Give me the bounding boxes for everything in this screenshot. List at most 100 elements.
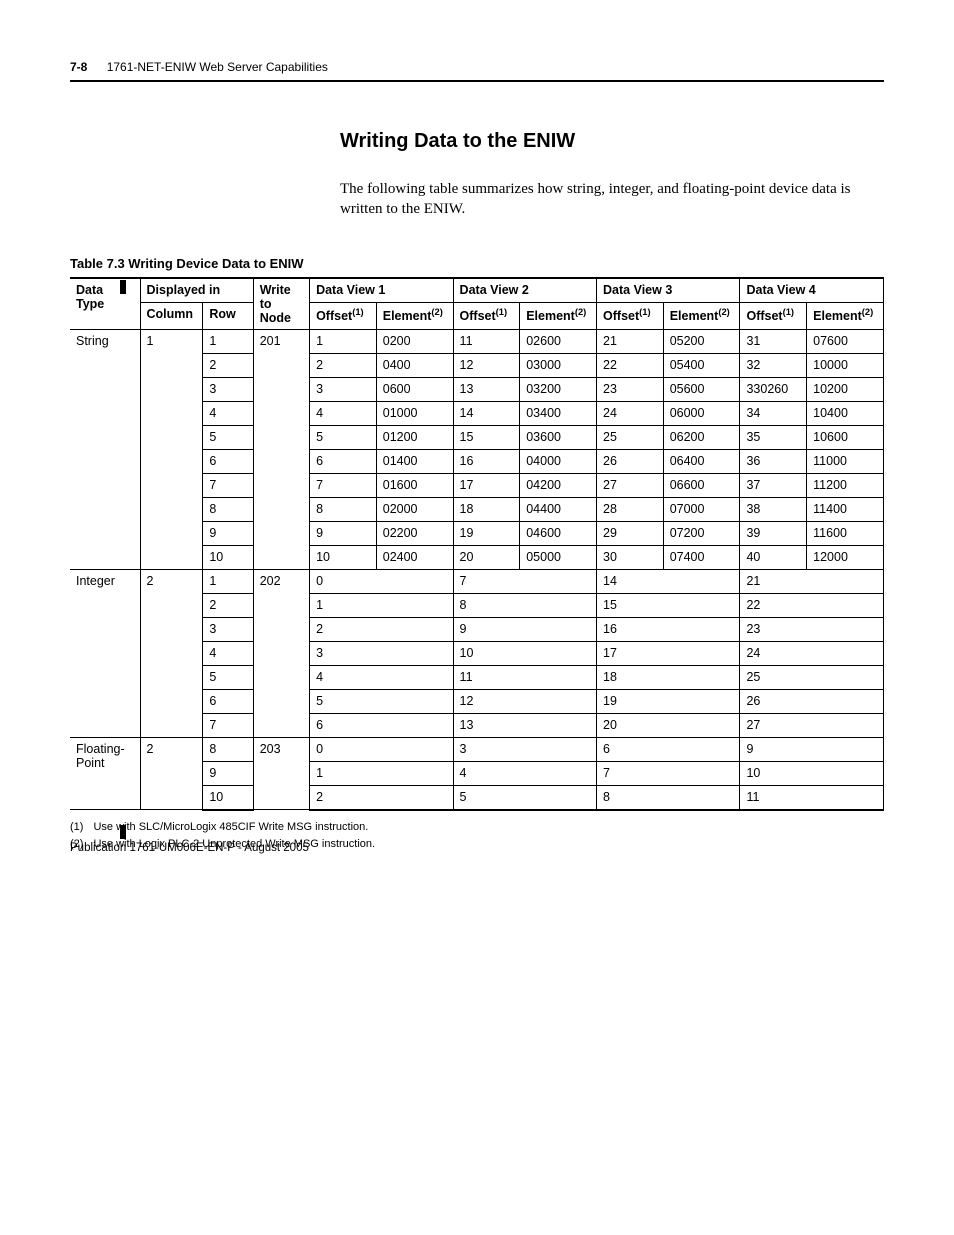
cell: 18 xyxy=(453,497,520,521)
cell: 18 xyxy=(597,665,740,689)
cell: 13 xyxy=(453,713,596,737)
th-offset4: Offset xyxy=(746,309,782,323)
cell: 2 xyxy=(203,353,253,377)
cell: 0 xyxy=(310,737,453,761)
cell: 05200 xyxy=(663,329,740,353)
section-intro: The following table summarizes how strin… xyxy=(340,179,884,220)
cell: Floating-Point xyxy=(70,737,140,810)
cell: 34 xyxy=(740,401,807,425)
footnote-num: (1) xyxy=(70,819,83,837)
cell: 28 xyxy=(597,497,664,521)
cell: String xyxy=(70,329,140,569)
cell: 202 xyxy=(253,569,309,737)
cell: 21 xyxy=(597,329,664,353)
cell: 25 xyxy=(740,665,884,689)
cell: 27 xyxy=(740,713,884,737)
th-offset3: Offset xyxy=(603,309,639,323)
cell: 11600 xyxy=(807,521,884,545)
cell: 19 xyxy=(597,689,740,713)
cell: 3 xyxy=(453,737,596,761)
cell: 22 xyxy=(740,593,884,617)
cell: 25 xyxy=(597,425,664,449)
cell: 02600 xyxy=(520,329,597,353)
cell: 12 xyxy=(453,689,596,713)
th-column: Column xyxy=(147,307,194,321)
cell: 8 xyxy=(203,737,253,761)
cell: 9 xyxy=(740,737,884,761)
th-dv2: Data View 2 xyxy=(460,283,529,297)
cell: 6 xyxy=(310,713,453,737)
table-caption: Table 7.3 Writing Device Data to ENIW xyxy=(70,256,884,271)
cell: 14 xyxy=(597,569,740,593)
cell: 10 xyxy=(310,545,377,569)
cell: 8 xyxy=(203,497,253,521)
cell: 10 xyxy=(203,545,253,569)
cell: 01000 xyxy=(376,401,453,425)
cell: 8 xyxy=(310,497,377,521)
cell: 19 xyxy=(453,521,520,545)
th-offset2: Offset xyxy=(460,309,496,323)
th-write-to-node: Write to Node xyxy=(260,283,291,325)
cell: 11000 xyxy=(807,449,884,473)
cell: 4 xyxy=(203,641,253,665)
cell: 11200 xyxy=(807,473,884,497)
cell: 3 xyxy=(203,377,253,401)
cell: 8 xyxy=(453,593,596,617)
cell: 1 xyxy=(310,593,453,617)
cell: 6 xyxy=(597,737,740,761)
cell: 10 xyxy=(740,761,884,785)
cell: 40 xyxy=(740,545,807,569)
cell: 1 xyxy=(310,761,453,785)
cell: 7 xyxy=(453,569,596,593)
cell: 4 xyxy=(310,665,453,689)
cell: 2 xyxy=(140,569,203,737)
th-dv4: Data View 4 xyxy=(746,283,815,297)
cell: 04200 xyxy=(520,473,597,497)
cell: 13 xyxy=(453,377,520,401)
cell: 03600 xyxy=(520,425,597,449)
cell: 2 xyxy=(140,737,203,810)
cell: 20 xyxy=(453,545,520,569)
cell: 4 xyxy=(453,761,596,785)
cell: 04600 xyxy=(520,521,597,545)
cell: 6 xyxy=(203,449,253,473)
cell: 01400 xyxy=(376,449,453,473)
cell: 14 xyxy=(453,401,520,425)
cell: 16 xyxy=(453,449,520,473)
cell: 31 xyxy=(740,329,807,353)
cell: 4 xyxy=(310,401,377,425)
page-number: 7-8 xyxy=(70,60,87,74)
section-heading: Writing Data to the ENIW xyxy=(340,130,884,153)
cell: 07000 xyxy=(663,497,740,521)
cell: 10400 xyxy=(807,401,884,425)
cell: 07200 xyxy=(663,521,740,545)
cell: 37 xyxy=(740,473,807,497)
cell: 11 xyxy=(453,665,596,689)
th-element4: Element xyxy=(813,309,862,323)
cell: Integer xyxy=(70,569,140,737)
change-bar-icon xyxy=(120,825,126,839)
cell: 07400 xyxy=(663,545,740,569)
cell: 0400 xyxy=(376,353,453,377)
publication-line: Publication 1761-UM006E-EN-P - August 20… xyxy=(70,842,309,854)
cell: 7 xyxy=(203,713,253,737)
cell: 23 xyxy=(740,617,884,641)
th-dv3: Data View 3 xyxy=(603,283,672,297)
cell: 9 xyxy=(203,521,253,545)
th-displayed-in: Displayed in xyxy=(147,283,221,297)
cell: 6 xyxy=(310,449,377,473)
cell: 05600 xyxy=(663,377,740,401)
cell: 203 xyxy=(253,737,309,810)
cell: 7 xyxy=(203,473,253,497)
cell: 5 xyxy=(310,425,377,449)
cell: 10 xyxy=(203,785,253,810)
th-element3: Element xyxy=(670,309,719,323)
cell: 06200 xyxy=(663,425,740,449)
cell: 10000 xyxy=(807,353,884,377)
cell: 32 xyxy=(740,353,807,377)
cell: 2 xyxy=(310,353,377,377)
cell: 10600 xyxy=(807,425,884,449)
th-element2: Element xyxy=(526,309,575,323)
cell: 10 xyxy=(453,641,596,665)
cell: 15 xyxy=(597,593,740,617)
